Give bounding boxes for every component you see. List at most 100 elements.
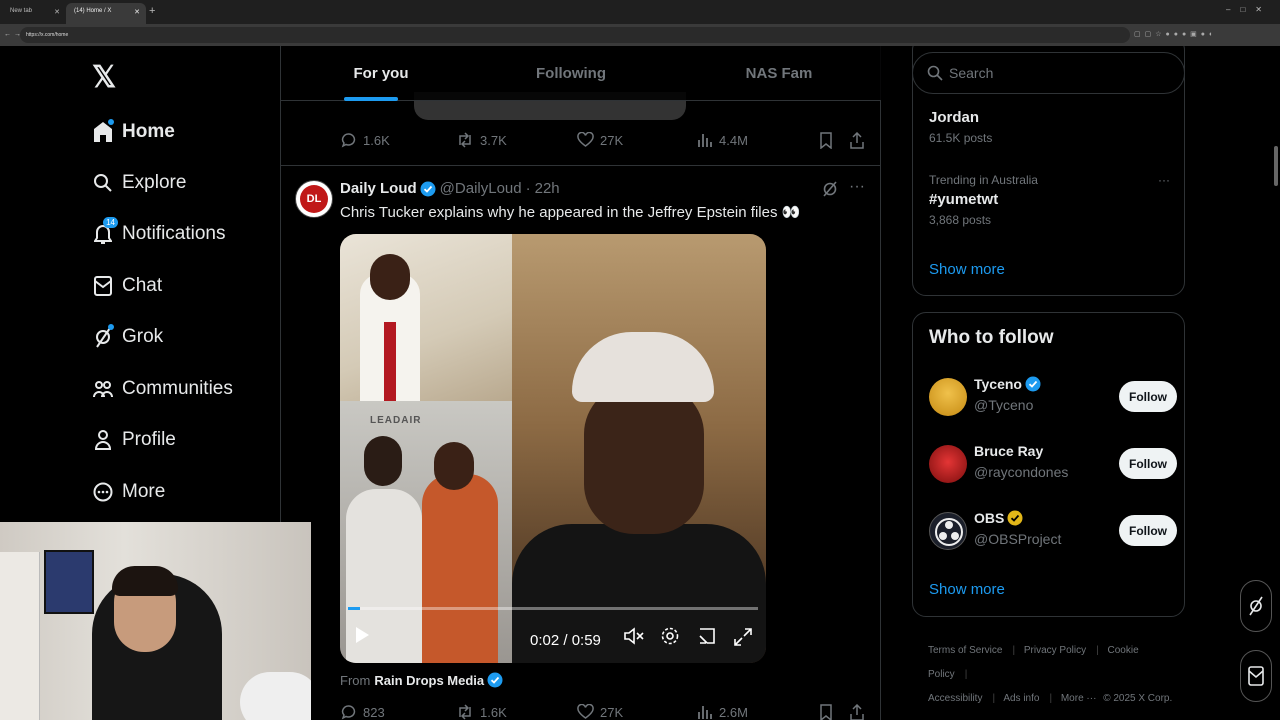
views-icon [698,706,712,719]
page-scrollbar[interactable] [1274,146,1278,186]
right-sidebar: Jordan 61.5K posts Trending in Australia… [912,46,1186,720]
footer-link[interactable]: Terms of Service [928,645,1002,656]
trend-more-icon[interactable]: ··· [1158,173,1170,187]
more-options-icon[interactable]: ··· [849,178,865,196]
messages-float-button[interactable] [1240,650,1272,702]
picture-in-picture-icon[interactable] [697,626,717,651]
views-button[interactable]: 4.4M [697,132,748,148]
avatar[interactable]: DL [295,180,333,218]
verified-badge-icon [420,181,436,196]
video-figure-head [370,254,410,300]
more-circle-icon [92,481,114,503]
video-progress-bar[interactable] [348,607,758,610]
video-source: From Rain Drops Media [340,672,503,688]
trend-item[interactable]: Trending in Australia #yumetwt 3,868 pos… [929,173,1038,227]
extension-icons[interactable]: ▢▢☆●●●▣●◐ [1134,30,1217,38]
user-handle: @Tyceno [974,397,1034,413]
bookmark-button[interactable] [819,132,839,149]
new-tab-icon[interactable]: + [149,5,155,17]
url-field[interactable]: https://x.com/home [20,27,1130,43]
mute-icon[interactable] [623,626,645,651]
repost-button[interactable]: 1.6K [456,704,507,720]
reply-button[interactable]: 823 [341,704,385,720]
webcam-overlay [0,522,311,720]
nav-communities[interactable]: Communities [92,369,233,409]
bell-icon: 14 [92,217,118,245]
search-input[interactable]: Search [912,52,1185,94]
footer-link[interactable]: More ··· [1061,693,1097,704]
trend-meta: Trending in Australia [929,173,1038,187]
footer-sep: | [1096,645,1099,656]
close-tab-icon[interactable]: ✕ [54,8,60,16]
follow-suggestion[interactable]: Tyceno @Tyceno Follow [929,376,1179,420]
follow-suggestion[interactable]: Bruce Ray @raycondones Follow [929,443,1179,487]
views-button[interactable]: 2.6M [697,704,748,720]
footer-sep: | [964,669,968,680]
nav-label: Home [122,121,175,142]
avatar[interactable] [929,445,967,483]
footer-link[interactable]: Privacy Policy [1024,645,1086,656]
from-prefix: From [340,672,371,688]
browser-address-bar: ←→↻ https://x.com/home ▢▢☆●●●▣●◐ [0,24,1280,46]
user-handle: @raycondones [974,464,1069,480]
close-tab-icon[interactable]: ✕ [134,8,140,16]
footer-link[interactable]: Accessibility [928,693,982,704]
post-time[interactable]: 22h [535,180,560,197]
bookmark-button[interactable] [819,704,839,720]
video-figure-head [364,436,402,486]
nav-label: Communities [122,378,233,399]
share-button[interactable] [849,132,871,149]
like-button[interactable]: 27K [577,704,623,720]
x-logo-icon[interactable]: 𝕏 [92,60,116,95]
video-player[interactable]: LEADAIR 0:02 / 0:59 [340,234,766,663]
avatar[interactable] [929,378,967,416]
source-name[interactable]: Rain Drops Media [374,673,484,688]
follow-button[interactable]: Follow [1119,448,1177,479]
browser-tab-bar: New tab ✕ (14) Home / X ✕ + –□✕ [0,0,1280,24]
footer-link[interactable]: Ads info [1003,693,1039,704]
tab-for-you[interactable]: For you [281,46,481,101]
nav-grok[interactable]: Grok [92,317,163,357]
nav-chat[interactable]: Chat [92,266,162,306]
author-handle[interactable]: @DailyLoud [440,180,522,197]
repost-button[interactable]: 3.7K [456,132,507,148]
follow-suggestion[interactable]: OBS @OBSProject Follow [929,510,1179,554]
grok-float-button[interactable] [1240,580,1272,632]
footer-sep: | [1049,693,1053,704]
browser-tab-x-home[interactable]: (14) Home / X ✕ [66,3,146,24]
follow-button[interactable]: Follow [1119,515,1177,546]
active-tab-underline [344,97,398,101]
play-icon[interactable] [354,626,370,649]
bookmark-icon [820,704,832,720]
like-button[interactable]: 27K [577,132,623,148]
video-figure-head [434,442,474,490]
reply-button[interactable]: 1.6K [341,132,390,148]
nav-more[interactable]: More [92,472,165,512]
grok-explain-icon[interactable] [821,180,839,203]
home-unread-dot [108,119,114,125]
fullscreen-icon[interactable] [734,628,752,651]
obs-logo-avatar[interactable] [929,512,967,550]
nav-label: Grok [122,326,164,347]
settings-gear-icon[interactable] [660,626,680,651]
trend-item[interactable]: Jordan 61.5K posts [929,105,992,145]
search-icon [927,65,943,81]
copyright: © 2025 X Corp. [1103,693,1173,704]
author-name[interactable]: Daily Loud [340,180,417,197]
tab-following[interactable]: Following [471,46,671,101]
follow-show-more-link[interactable]: Show more [929,581,1005,598]
follow-button[interactable]: Follow [1119,381,1177,412]
browser-tab-new[interactable]: New tab ✕ [2,3,66,24]
nav-explore[interactable]: Explore [92,163,186,203]
share-button[interactable] [849,704,871,720]
who-to-follow-heading: Who to follow [929,327,1054,348]
repost-count: 3.7K [480,132,507,148]
trends-show-more-link[interactable]: Show more [929,261,1005,278]
tab-nas-fam[interactable]: NAS Fam [679,46,879,101]
repost-icon [459,132,471,148]
window-controls[interactable]: –□✕ [1226,5,1272,14]
nav-profile[interactable]: Profile [92,420,176,460]
webcam-blanket [240,672,311,720]
nav-home[interactable]: Home [92,112,175,152]
nav-notifications[interactable]: 14 Notifications [92,214,226,254]
